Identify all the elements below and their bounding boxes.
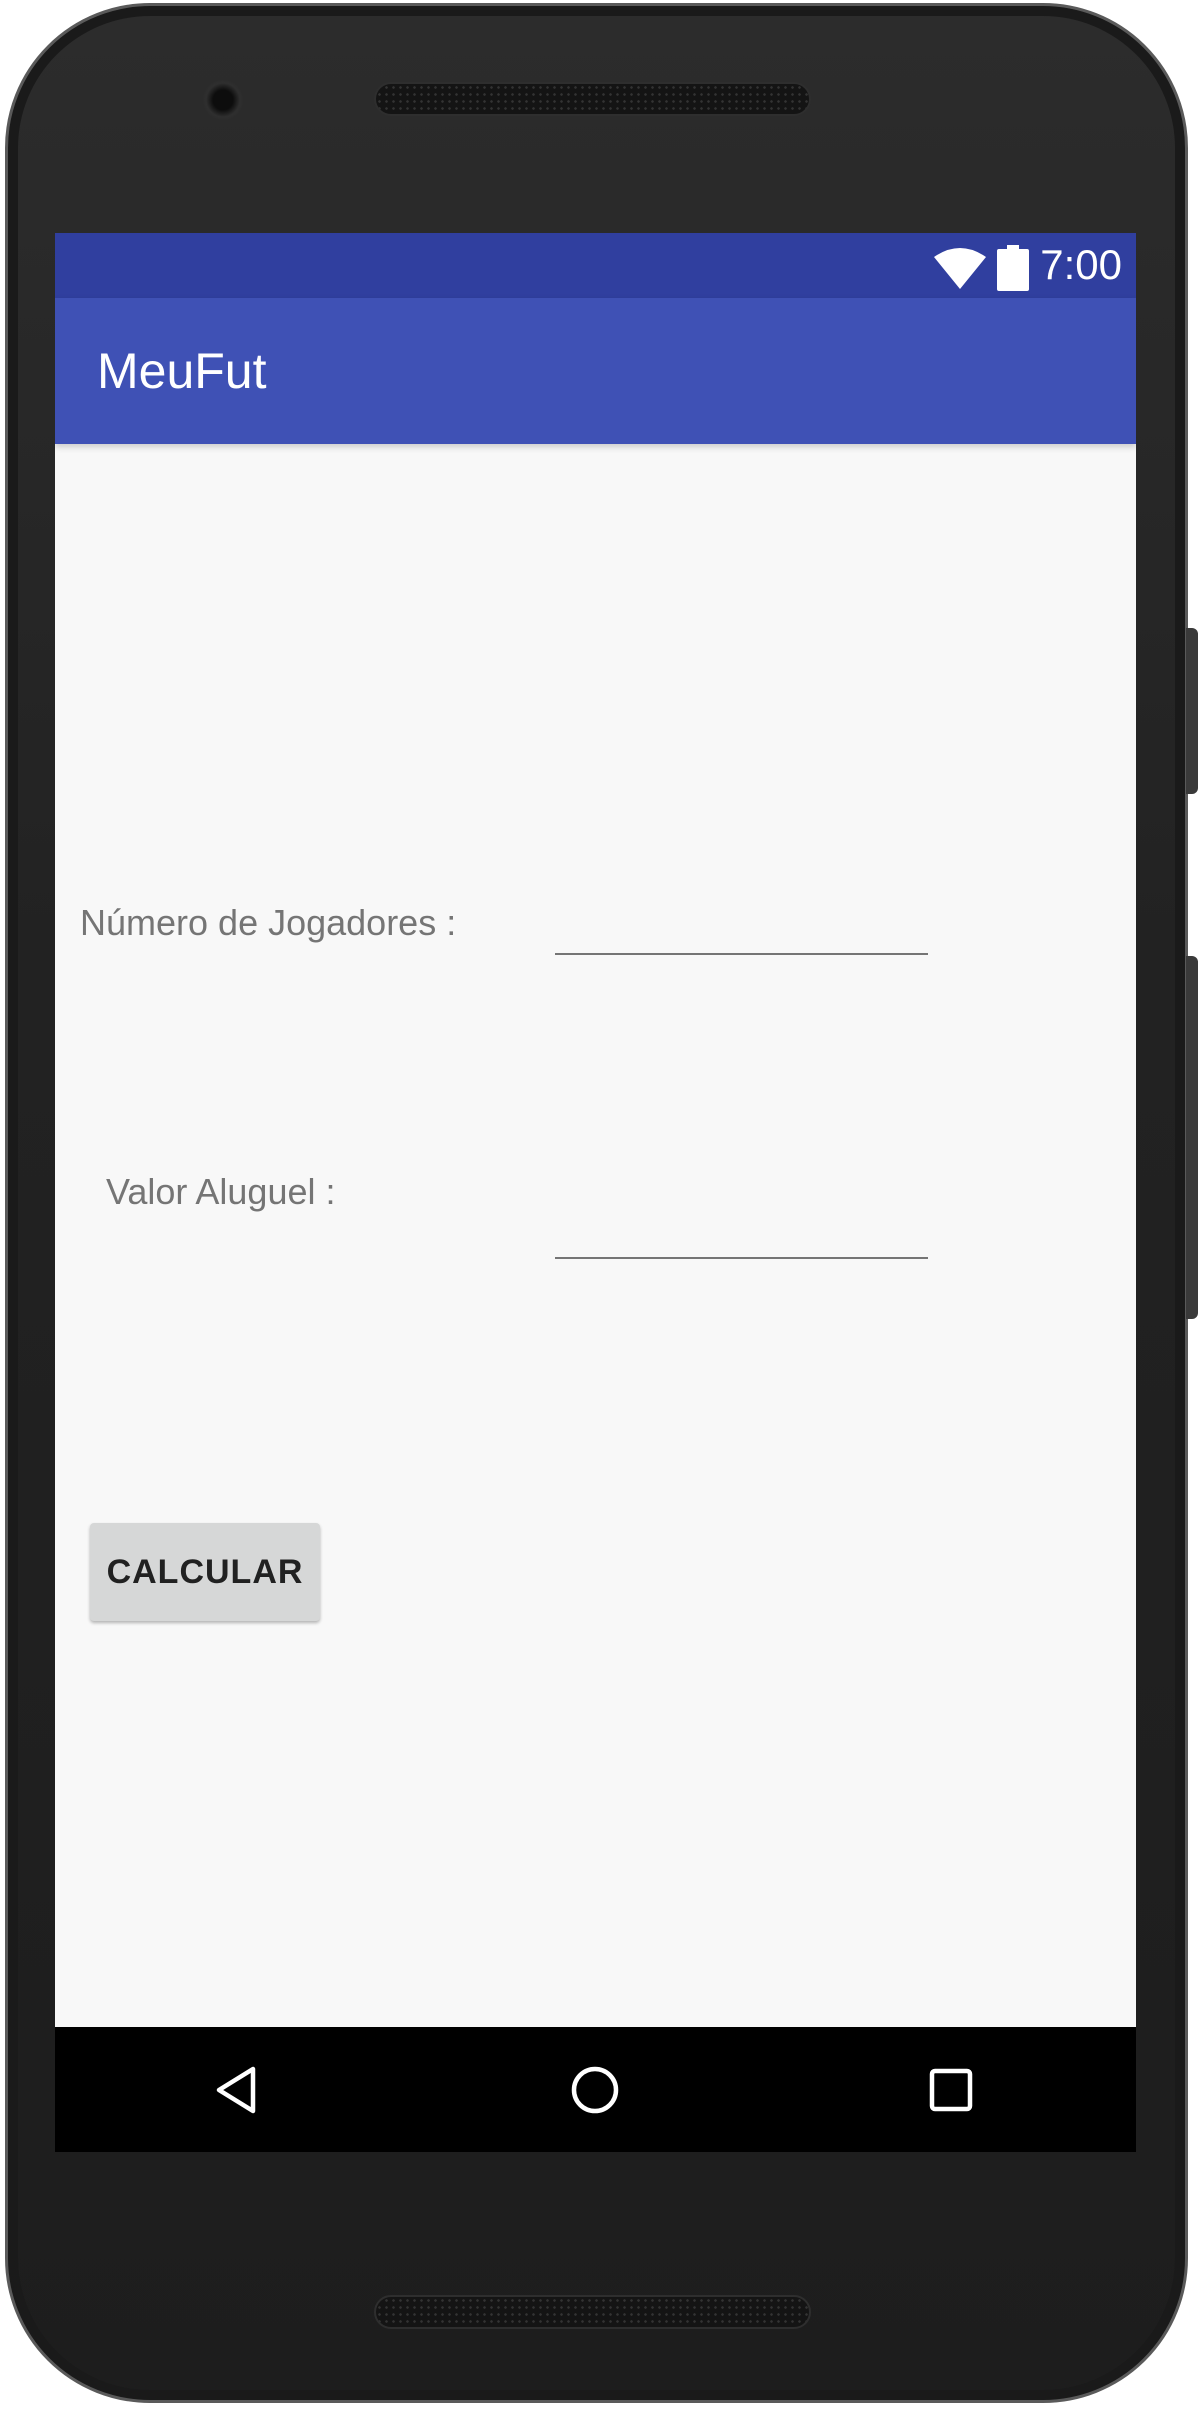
wifi-icon: [934, 248, 986, 289]
battery-icon: [997, 245, 1029, 291]
power-button: [1186, 628, 1198, 794]
front-camera: [203, 80, 243, 120]
recent-apps-icon[interactable]: [926, 2065, 976, 2115]
home-icon[interactable]: [570, 2065, 620, 2115]
rent-label: Valor Aluguel :: [106, 1171, 336, 1212]
back-icon[interactable]: [213, 2065, 263, 2115]
status-time: 7:00: [1040, 241, 1122, 288]
bottom-speaker-grille: [374, 2295, 811, 2329]
calculate-button[interactable]: CALCULAR: [90, 1523, 320, 1621]
top-speaker-grille: [374, 82, 811, 116]
navigation-bar: [55, 2027, 1136, 2152]
players-input[interactable]: [555, 893, 928, 955]
volume-rocker: [1186, 956, 1198, 1319]
players-label: Número de Jogadores :: [80, 902, 457, 943]
status-bar: 7:00: [55, 233, 1136, 298]
rent-input[interactable]: [555, 1197, 928, 1259]
app-title: MeuFut: [97, 343, 267, 399]
app-bar: MeuFut: [55, 298, 1136, 444]
device-screen: 7:00 MeuFut Número de Jogadores : Valor …: [55, 233, 1136, 2152]
